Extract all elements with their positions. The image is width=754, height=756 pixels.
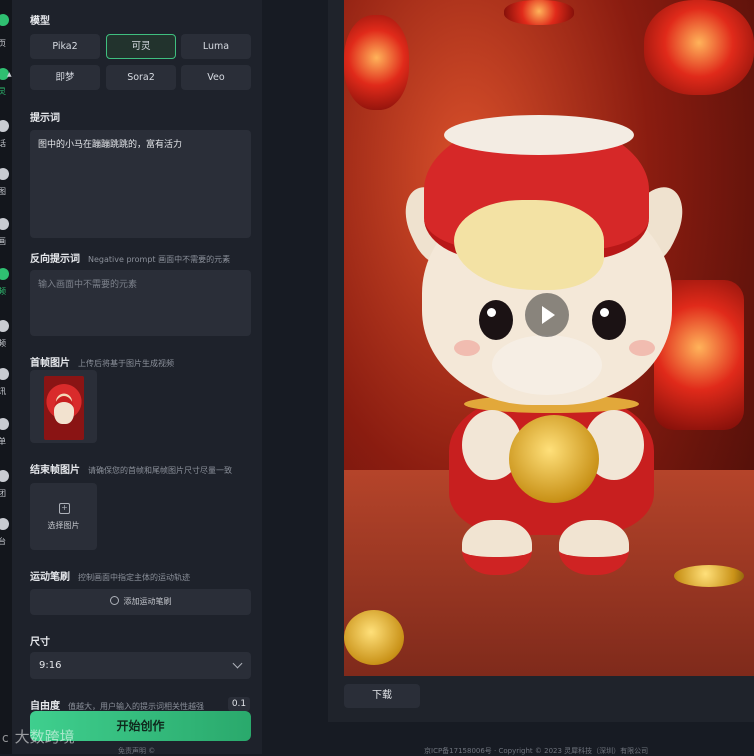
first-frame-hint: 上传后将基于图片生成视频	[78, 359, 174, 368]
platform-icon	[0, 518, 9, 530]
first-frame-title: 首帧图片 上传后将基于图片生成视频	[30, 354, 174, 369]
first-frame-thumbnail	[44, 376, 84, 440]
model-button-kling[interactable]: 可灵	[106, 34, 176, 59]
nav-label: 讯	[0, 387, 6, 396]
nav-item-news[interactable]: 讯	[0, 368, 12, 404]
watermark-logo: c	[2, 731, 9, 745]
motion-brush-hint: 控制画面中指定主体的运动轨迹	[78, 573, 190, 582]
end-frame-hint: 请确保您的首帧和尾帧图片尺寸尽量一致	[88, 466, 232, 475]
nav-item-list[interactable]: 单	[0, 418, 12, 454]
pony-cheek	[454, 340, 480, 356]
prompt-input[interactable]: 图中的小马在蹦蹦跳跳的，富有活力	[30, 130, 251, 238]
freedom-title: 自由度 值越大，用户输入的提示词相关性越强	[30, 697, 204, 712]
upload-label: 选择图片	[47, 521, 80, 530]
nav-item-image[interactable]: 图	[0, 168, 12, 204]
freedom-value-input[interactable]: 0.1	[228, 697, 250, 711]
film-icon	[0, 268, 9, 280]
nav-label: 台	[0, 537, 6, 546]
pony-foot	[559, 520, 629, 575]
pony-muzzle	[492, 335, 602, 395]
left-nav: 页 ▲ 灵 话 图 画 频 频 讯 单 团 台	[0, 0, 12, 754]
lantern-decoration	[344, 15, 409, 110]
nav-label: 频	[0, 339, 6, 348]
lantern-decoration	[504, 0, 574, 25]
nav-label: 图	[0, 187, 6, 196]
nav-label: 话	[0, 139, 6, 148]
plus-icon: +	[59, 503, 70, 514]
image-icon	[0, 168, 9, 180]
negative-prompt-hint: Negative prompt 画面中不需要的元素	[88, 255, 231, 264]
gold-coin	[509, 415, 599, 503]
nav-label: 团	[0, 489, 6, 498]
size-value: 9:16	[39, 660, 62, 671]
download-button[interactable]: 下载	[344, 684, 420, 708]
nav-item-audio[interactable]: 频	[0, 320, 12, 356]
motion-brush-title: 运动笔刷 控制画面中指定主体的运动轨迹	[30, 568, 190, 583]
freedom-hint: 值越大，用户输入的提示词相关性越强	[68, 702, 204, 711]
pony-eye	[479, 300, 513, 340]
home-icon	[0, 14, 9, 26]
nav-label: 频	[0, 287, 6, 296]
end-frame-label: 结束帧图片	[30, 465, 80, 476]
paint-icon	[0, 218, 9, 230]
team-icon	[0, 470, 9, 482]
negative-prompt-input[interactable]: 输入画面中不需要的元素	[30, 270, 251, 336]
video-preview[interactable]	[344, 0, 754, 676]
nav-item-film[interactable]: 频	[0, 268, 12, 304]
nav-label: 单	[0, 437, 6, 446]
nav-item-platform[interactable]: 台	[0, 518, 12, 554]
size-select[interactable]: 9:16	[30, 652, 251, 679]
end-frame-upload[interactable]: + 选择图片	[30, 483, 97, 550]
motion-brush-label: 运动笔刷	[30, 572, 70, 583]
model-button-jimeng[interactable]: 即梦	[30, 65, 100, 90]
pony-foot	[462, 520, 532, 575]
coin-decoration	[344, 610, 404, 665]
size-title: 尺寸	[30, 637, 50, 648]
chevron-down-icon	[232, 658, 243, 669]
audio-icon	[0, 320, 9, 332]
chevron-up-icon: ▲	[7, 71, 12, 78]
model-button-luma[interactable]: Luma	[181, 34, 251, 59]
model-button-pika2[interactable]: Pika2	[30, 34, 100, 59]
nav-label: 页	[0, 39, 6, 48]
brush-icon	[109, 596, 119, 605]
nav-label: 画	[0, 237, 6, 246]
coin-decoration	[674, 565, 744, 587]
disclaimer-link[interactable]: 免责声明 ©	[118, 746, 155, 756]
add-motion-brush-button[interactable]: 添加运动笔刷	[30, 589, 251, 615]
negative-prompt-label: 反向提示词	[30, 254, 80, 265]
settings-panel: 模型 Pika2 可灵 Luma 即梦 Sora2 Veo 提示词 图中的小马在…	[12, 0, 262, 756]
nav-item-video[interactable]: ▲ 灵	[0, 68, 12, 104]
brush-button-label: 添加运动笔刷	[123, 597, 172, 606]
footer-copyright: 京ICP备17158006号 · Copyright © 2023 灵犀科技（深…	[424, 747, 649, 755]
watermark: c 大数跨境	[2, 726, 75, 747]
pony-eye	[592, 300, 626, 340]
list-icon	[0, 418, 9, 430]
news-icon	[0, 368, 9, 380]
model-title: 模型	[30, 16, 50, 27]
lantern-decoration	[644, 0, 754, 95]
chat-icon	[0, 120, 9, 132]
end-frame-title: 结束帧图片 请确保您的首帧和尾帧图片尺寸尽量一致	[30, 461, 232, 476]
nav-item-chat[interactable]: 话	[0, 120, 12, 156]
pony-cheek	[629, 340, 655, 356]
nav-item-home[interactable]: 页	[0, 14, 12, 50]
nav-label: 灵	[0, 87, 6, 96]
nav-item-paint[interactable]: 画	[0, 218, 12, 254]
model-button-veo[interactable]: Veo	[181, 65, 251, 90]
nav-item-team[interactable]: 团	[0, 470, 12, 506]
prompt-title: 提示词	[30, 113, 60, 124]
negative-prompt-title: 反向提示词 Negative prompt 画面中不需要的元素	[30, 250, 230, 265]
hat-fur	[444, 115, 634, 155]
play-icon[interactable]	[525, 293, 569, 337]
watermark-text: 大数跨境	[14, 728, 75, 746]
first-frame-upload[interactable]	[30, 370, 97, 443]
first-frame-label: 首帧图片	[30, 358, 70, 369]
model-button-sora2[interactable]: Sora2	[106, 65, 176, 90]
